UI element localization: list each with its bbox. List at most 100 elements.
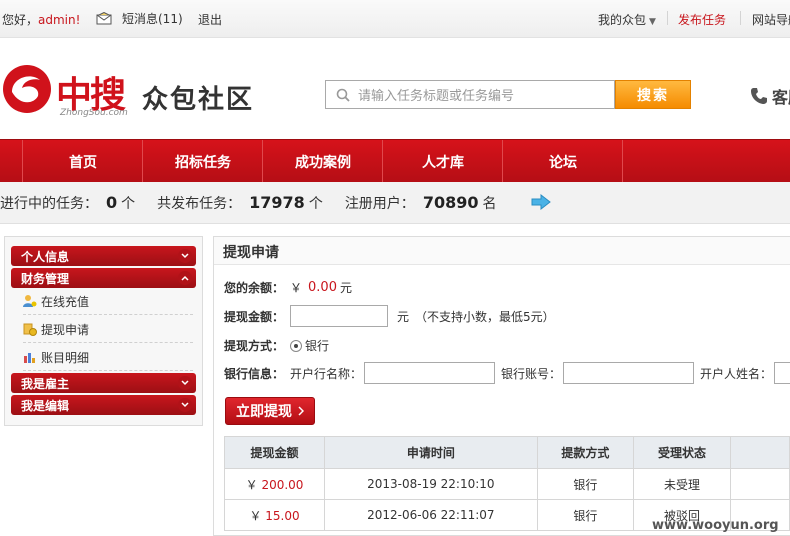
publish-task-link[interactable]: 发布任务 [678,11,726,28]
watermark: www.wooyun.org [652,518,779,533]
top-bar: 您好，admin! 短消息(11) 退出 我的众包▼ 发布任务 网站导航 [0,0,790,38]
messages-link[interactable]: 短消息(11) [96,10,183,27]
column-header: 申请时间 [324,436,538,469]
column-header: 提现金额 [223,436,326,469]
stat-users-value: 70890 [422,193,479,212]
submit-withdraw-button[interactable]: 立即提现 [225,397,315,425]
nav-item-talent[interactable]: 人才库 [383,140,503,183]
site-nav-link[interactable]: 网站导航 [752,11,790,28]
stat-unit: 个 [308,195,323,212]
phone-icon [751,88,767,104]
sidebar-item-label: 在线充值 [41,294,90,309]
withdraw-history-table: 提现金额 申请时间 提款方式 受理状态 ￥ 200.00 2013-08-19 … [223,436,790,531]
coins-icon [23,323,37,336]
greeting: 您好，admin! [2,11,80,28]
nav-item-home[interactable]: 首页 [23,140,143,183]
stat-in-progress-label: 进行中的任务： [0,195,98,212]
stat-total-value: 17978 [249,193,305,212]
search-button[interactable]: 搜索 [615,80,691,109]
logout-link[interactable]: 退出 [198,11,222,28]
messages-label: 短消息(11) [122,12,183,26]
amount-input[interactable] [290,305,389,327]
user-coin-icon [23,295,37,307]
envelope-icon [96,12,112,25]
greeting-exclaim: ! [75,13,81,27]
holder-name-label: 开户人姓名： [700,366,773,381]
arrow-right-icon[interactable] [531,194,551,210]
method-option-label: 银行 [305,339,330,353]
table-row: ￥ 200.00 2013-08-19 22:10:10 银行 未受理 [223,468,790,500]
bank-info-row: 银行信息： 开户行名称： 银行账号： 开户人姓名： [224,362,790,384]
stat-total-label: 共发布任务： [157,195,242,212]
search-field[interactable]: 请输入任务标题或任务编号 [325,80,615,109]
logo-mark[interactable] [0,62,54,119]
balance-unit: 元 [339,281,352,295]
my-package-label: 我的众包 [598,13,647,27]
sidebar-item-label: 我是编辑 [21,398,70,413]
balance-value: 0.00 [308,280,337,295]
currency-symbol: ￥ [290,281,303,295]
chevron-right-icon [298,406,304,416]
column-header: 提款方式 [536,436,635,469]
divider [667,11,668,25]
method-cell: 银行 [536,468,635,500]
search-icon [336,88,350,102]
amount-unit: 元 [397,309,410,324]
username-link[interactable]: admin [38,13,76,27]
stat-users-label: 注册用户： [344,195,415,212]
nav-item-forum[interactable]: 论坛 [503,140,623,183]
sidebar-item-label: 个人信息 [21,249,70,264]
sidebar-item-label: 财务管理 [21,271,70,286]
amount-label: 提现金额： [224,309,285,324]
sidebar-item-label: 账目明细 [41,350,90,365]
amount-value: 15.00 [265,508,300,523]
chevron-down-icon [178,398,192,412]
bank-account-label: 银行账号： [501,366,562,381]
bank-account-input[interactable] [563,362,695,384]
method-row: 提现方式： 银行 [224,337,329,354]
sidebar-item-editor[interactable]: 我是编辑 [11,395,196,415]
customer-service[interactable]: 客服 [750,84,790,108]
sidebar-item-employer[interactable]: 我是雇主 [11,373,196,393]
stat-unit: 名 [482,195,497,212]
nav-item-bidding[interactable]: 招标任务 [143,140,263,183]
amount-value: 200.00 [261,477,304,492]
nav-item-cases[interactable]: 成功案例 [263,140,383,183]
sidebar-item-ledger[interactable]: 账目明细 [23,344,193,371]
amount-note: （不支持小数，最低5元） [415,309,555,324]
bank-name-label: 开户行名称： [290,366,363,381]
submit-label: 立即提现 [236,404,292,420]
sidebar-item-finance[interactable]: 财务管理 [11,268,196,288]
search-placeholder: 请输入任务标题或任务编号 [358,89,515,104]
sidebar-item-recharge[interactable]: 在线充值 [23,288,193,315]
sidebar-item-withdraw[interactable]: 提现申请 [23,316,193,343]
column-header [729,436,790,469]
page-title: 提现申请 [214,237,790,265]
main-nav: 首页 招标任务 成功案例 人才库 论坛 [0,139,790,183]
status-cell: 未受理 [633,468,731,500]
holder-name-input[interactable] [774,362,790,384]
amount-row: 提现金额： 元 （不支持小数，最低5元） [224,305,555,327]
sidebar: 个人信息 财务管理 在线充值 提现申请 账目明细 我是雇主 我是编辑 [4,236,203,426]
nav-divider [622,140,623,183]
table-header-row: 提现金额 申请时间 提款方式 受理状态 [223,436,790,469]
bank-name-input[interactable] [364,362,496,384]
chevron-down-icon [178,249,192,263]
chevron-down-icon [178,376,192,390]
extra-cell [729,468,790,500]
time-cell: 2013-08-19 22:10:10 [324,468,538,500]
sidebar-item-label: 提现申请 [41,322,90,337]
withdraw-panel: 提现申请 您的余额： ￥ 0.00 元 提现金额： 元 （不支持小数，最低5元）… [213,236,790,536]
stat-in-progress-value: 0 [106,193,118,212]
customer-service-label: 客服 [772,88,790,107]
method-label: 提现方式： [224,339,285,353]
method-radio-bank[interactable] [290,339,303,352]
stats-bar: 进行中的任务： 0 个 共发布任务： 17978 个 注册用户： 70890 名 [0,182,790,224]
bar-chart-icon [24,353,35,363]
column-header: 受理状态 [633,436,731,469]
sidebar-item-personal[interactable]: 个人信息 [11,246,196,266]
my-package-menu[interactable]: 我的众包 ▼ [598,11,656,28]
divider [740,11,741,25]
time-cell: 2012-06-06 22:11:07 [324,499,538,531]
dragon-logo-icon [3,65,51,113]
